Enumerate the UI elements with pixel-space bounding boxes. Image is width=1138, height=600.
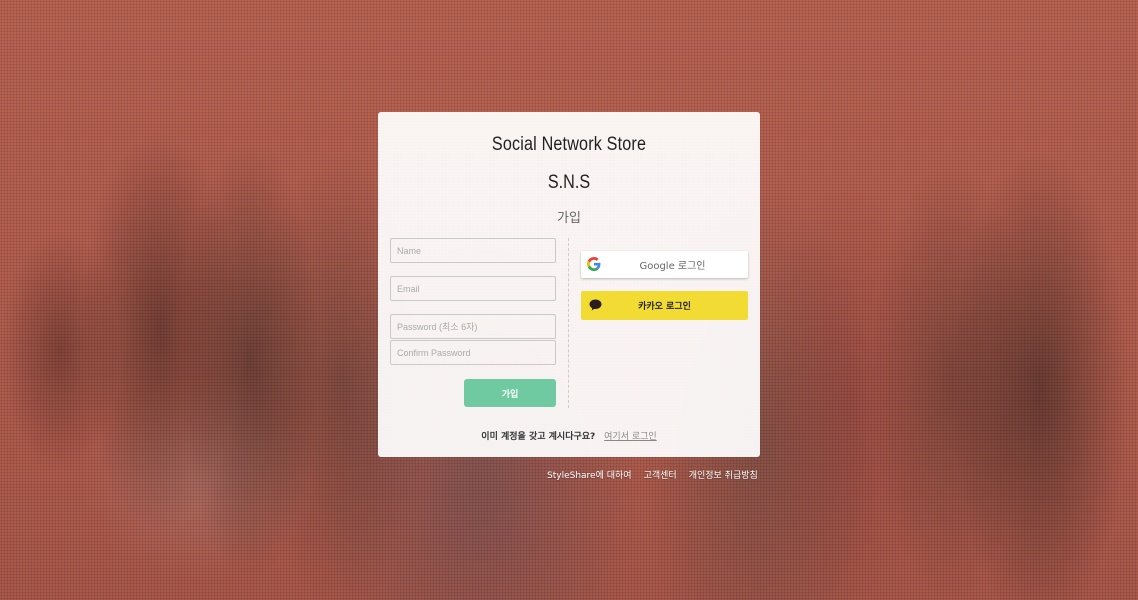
footer-about-link[interactable]: StyleShare에 대하여 bbox=[547, 468, 632, 481]
footer-links: StyleShare에 대하여 고객센터 개인정보 취급방침 bbox=[547, 468, 758, 481]
kakao-login-label: 카카오 로그인 bbox=[638, 302, 691, 312]
kakao-login-button[interactable]: 카카오 로그인 bbox=[581, 291, 748, 320]
signup-card: Social Network Store S.N.S 가입 가입 Google … bbox=[378, 112, 760, 457]
google-login-button[interactable]: Google 로그인 bbox=[581, 251, 748, 278]
site-subtitle: S.N.S bbox=[547, 172, 591, 193]
name-input[interactable] bbox=[390, 238, 556, 263]
kakao-chat-icon bbox=[589, 299, 602, 311]
password-input[interactable] bbox=[390, 314, 556, 339]
login-link[interactable]: 여기서 로그인 bbox=[604, 432, 657, 442]
google-icon bbox=[587, 257, 601, 271]
google-login-label: Google 로그인 bbox=[639, 261, 706, 272]
site-title: Social Network Store bbox=[491, 134, 647, 155]
footer-privacy-link[interactable]: 개인정보 취급방침 bbox=[689, 468, 758, 481]
signup-submit-button[interactable]: 가입 bbox=[464, 379, 556, 407]
login-prompt: 이미 계정을 갖고 계시다구요? 여기서 로그인 bbox=[378, 429, 760, 442]
email-input[interactable] bbox=[390, 276, 556, 301]
footer-support-link[interactable]: 고객센터 bbox=[644, 468, 677, 481]
signup-heading: 가입 bbox=[557, 211, 581, 226]
login-question: 이미 계정을 갖고 계시다구요? bbox=[481, 432, 596, 442]
divider bbox=[568, 238, 569, 408]
confirm-password-input[interactable] bbox=[390, 340, 556, 365]
